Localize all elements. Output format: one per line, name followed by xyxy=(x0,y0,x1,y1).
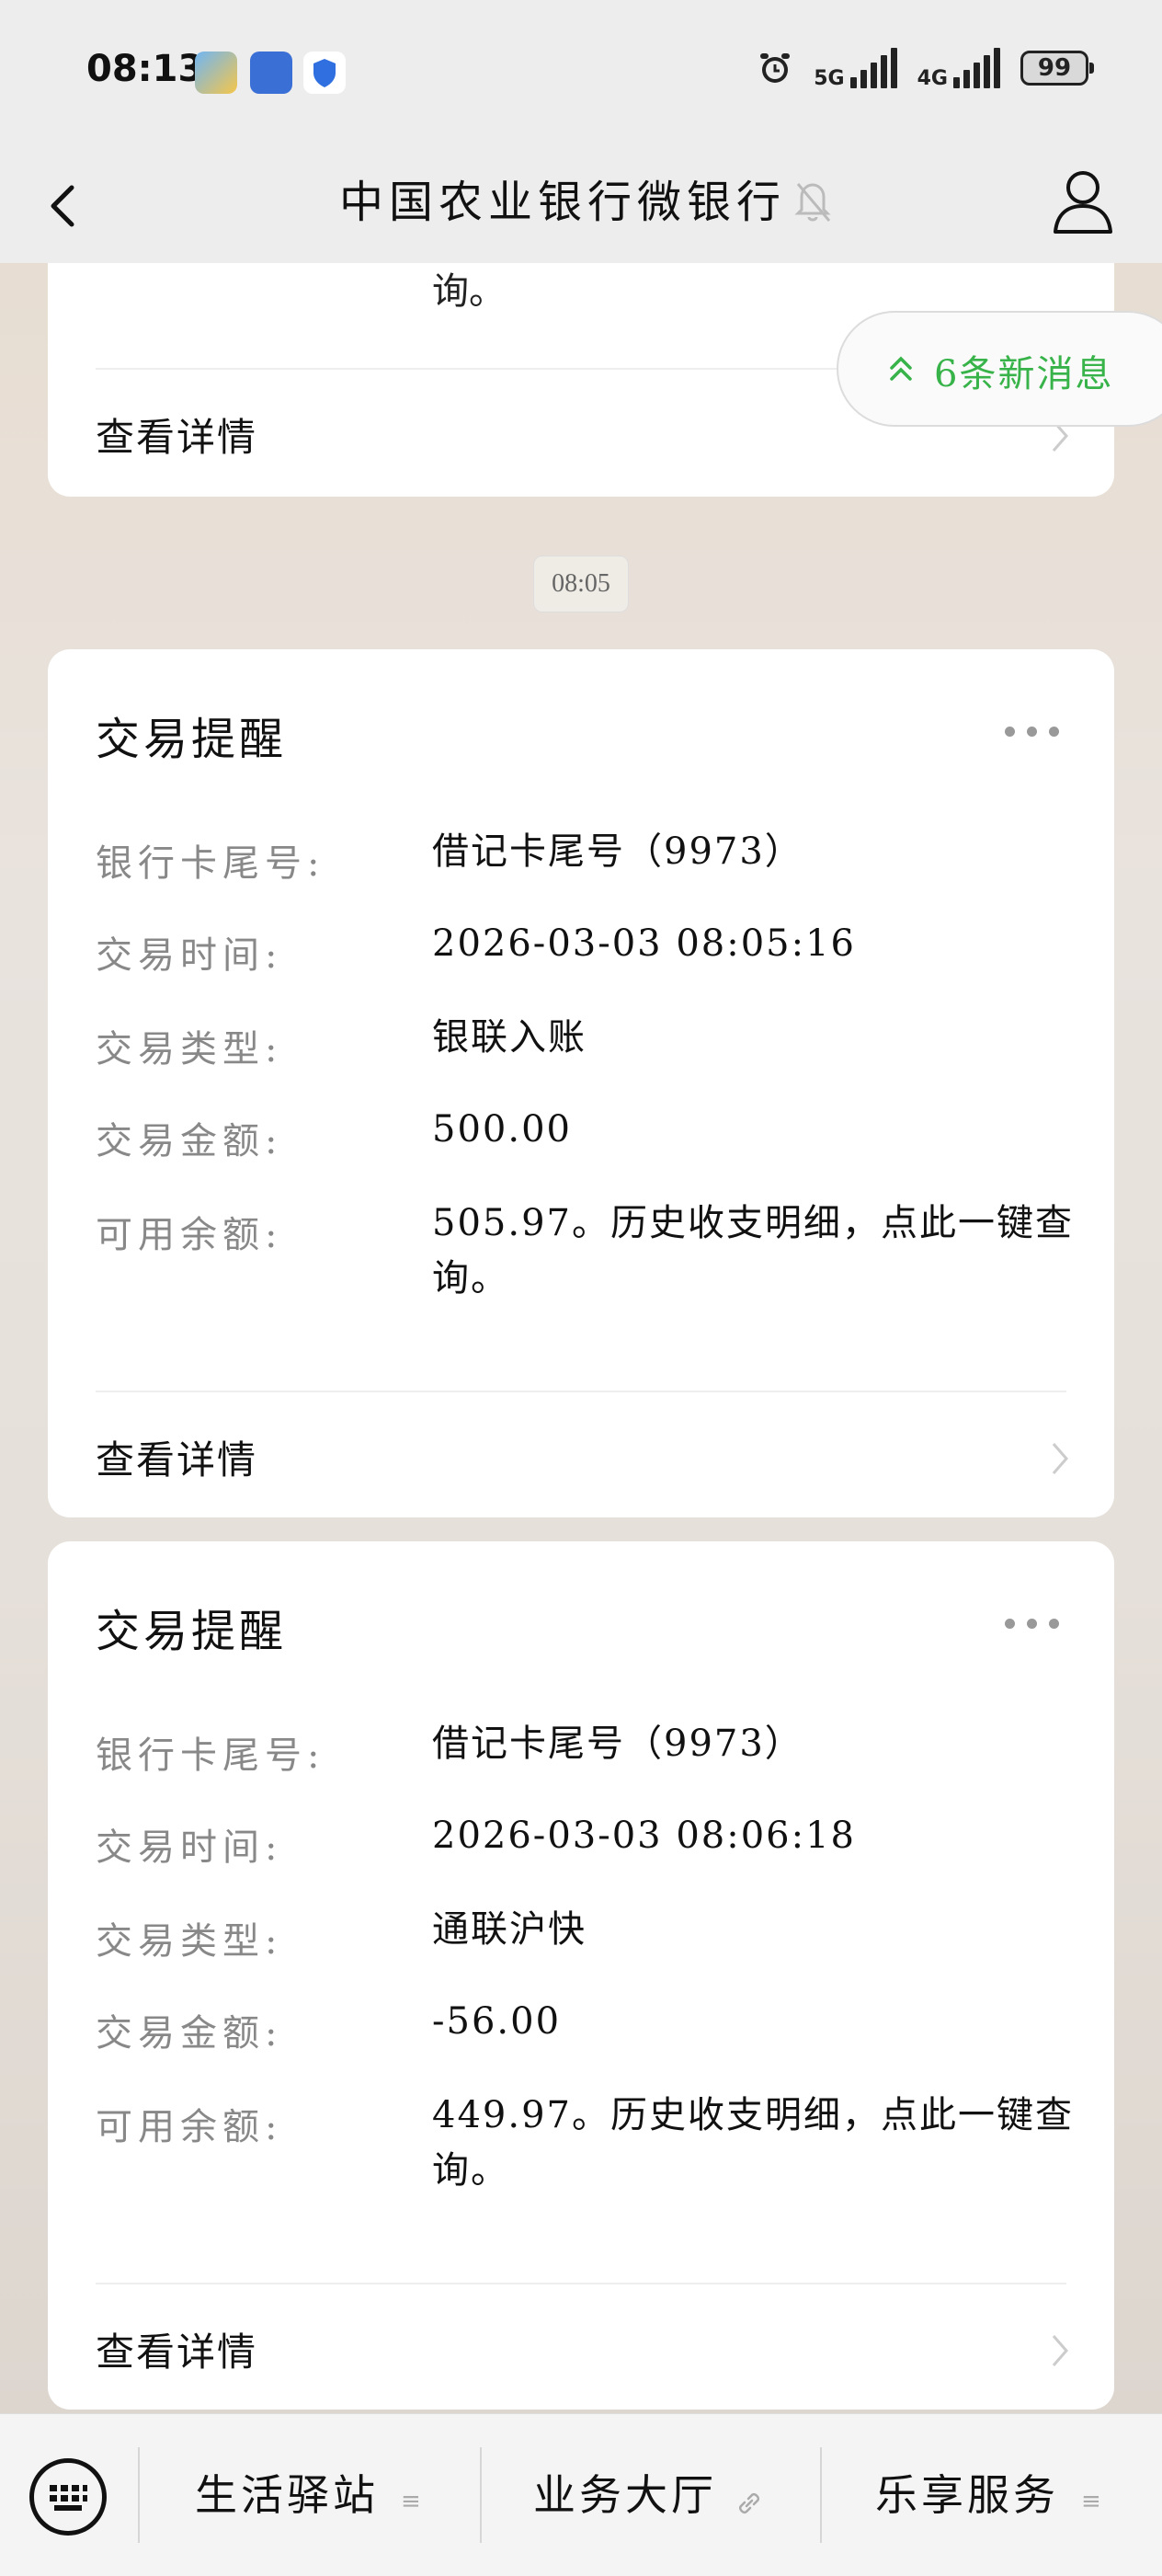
view-details-link[interactable]: 查看详情 xyxy=(96,2321,257,2377)
more-options-icon[interactable] xyxy=(1005,1619,1059,1629)
menu-life-station[interactable]: 生活驿站 xyxy=(195,2462,379,2523)
double-chevron-up-icon xyxy=(890,356,912,381)
chat-header: 中国农业银行微银行 xyxy=(0,147,1162,263)
chevron-right-icon xyxy=(1052,1443,1068,1474)
profile-icon[interactable] xyxy=(1046,160,1120,243)
row-value: 2026-03-03 08:05:16 xyxy=(432,922,856,965)
bottom-menu-bar: 生活驿站 ≡ 业务大厅 乐享服务 ≡ xyxy=(0,2413,1162,2576)
notification-app-icon xyxy=(250,52,292,94)
card-title: 交易提醒 xyxy=(96,1606,288,1657)
row-value: 500.00 xyxy=(432,1108,572,1151)
row-label: 交易类型: xyxy=(96,1920,283,1963)
new-messages-label: 6条新消息 xyxy=(934,353,1114,395)
alarm-icon xyxy=(760,53,791,83)
card-divider xyxy=(96,1391,1066,1392)
card-title: 交易提醒 xyxy=(96,714,288,765)
network-type-4g: 4G xyxy=(917,67,948,90)
message-timestamp: 08:05 xyxy=(533,555,629,613)
menu-enjoy-service[interactable]: 乐享服务 xyxy=(875,2462,1059,2523)
more-options-icon[interactable] xyxy=(1005,727,1059,737)
menu-business-hall[interactable]: 业务大厅 xyxy=(533,2462,717,2523)
shield-icon xyxy=(303,52,346,94)
signal-5g-icon: 5G xyxy=(814,48,897,90)
status-bar: 08:13 5G 4G 99 xyxy=(0,0,1162,147)
row-label: 交易金额: xyxy=(96,2012,283,2055)
page-title: 中国农业银行微银行 xyxy=(338,177,786,228)
battery-level: 99 xyxy=(1037,54,1072,82)
menu-separator xyxy=(138,2447,140,2543)
row-value: -56.00 xyxy=(432,2000,562,2043)
link-icon xyxy=(739,2493,759,2513)
row-label: 银行卡尾号: xyxy=(96,842,325,885)
view-details-link[interactable]: 查看详情 xyxy=(96,1429,257,1485)
battery-icon: 99 xyxy=(1020,51,1094,86)
row-label: 交易时间: xyxy=(96,934,283,977)
menu-lines-icon: ≡ xyxy=(1081,2488,1101,2515)
row-label: 银行卡尾号: xyxy=(96,1735,325,1777)
signal-4g-icon: 4G xyxy=(917,48,1000,90)
row-label: 交易时间: xyxy=(96,1826,283,1869)
row-label: 交易金额: xyxy=(96,1120,283,1162)
transaction-card: 交易提醒 银行卡尾号: 借记卡尾号（9973） 交易时间: 2026-03-03… xyxy=(48,1541,1114,2410)
mute-bell-icon xyxy=(794,183,831,222)
row-value: 通联沪快 xyxy=(432,1908,587,1951)
transaction-card: 交易提醒 银行卡尾号: 借记卡尾号（9973） 交易时间: 2026-03-03… xyxy=(48,649,1114,1517)
menu-separator xyxy=(480,2447,482,2543)
row-value: 借记卡尾号（9973） xyxy=(432,1723,803,1765)
chevron-right-icon xyxy=(1052,2335,1068,2366)
balance-query-link[interactable]: 505.97。历史收支明细，点此一键查询。 xyxy=(432,1196,1076,1306)
row-label: 可用余额: xyxy=(96,2106,283,2148)
keyboard-icon[interactable] xyxy=(29,2458,107,2536)
network-type-5g: 5G xyxy=(814,67,845,90)
card-divider xyxy=(96,2283,1066,2284)
status-time: 08:13 xyxy=(86,48,204,90)
row-value: 2026-03-03 08:06:18 xyxy=(432,1815,856,1857)
new-messages-button[interactable]: 6条新消息 xyxy=(837,311,1162,427)
menu-lines-icon: ≡ xyxy=(401,2488,421,2515)
row-value: 借记卡尾号（9973） xyxy=(432,830,803,873)
status-icons: 5G 4G 99 xyxy=(757,48,1094,90)
view-details-link[interactable]: 查看详情 xyxy=(96,406,257,463)
row-label: 可用余额: xyxy=(96,1214,283,1256)
menu-separator xyxy=(820,2447,822,2543)
balance-query-link[interactable]: 449.97。历史收支明细，点此一键查询。 xyxy=(432,2088,1076,2198)
partial-text: 询。 xyxy=(432,270,506,313)
row-value: 银联入账 xyxy=(432,1016,587,1059)
weather-app-icon xyxy=(195,52,237,94)
row-label: 交易类型: xyxy=(96,1028,283,1070)
